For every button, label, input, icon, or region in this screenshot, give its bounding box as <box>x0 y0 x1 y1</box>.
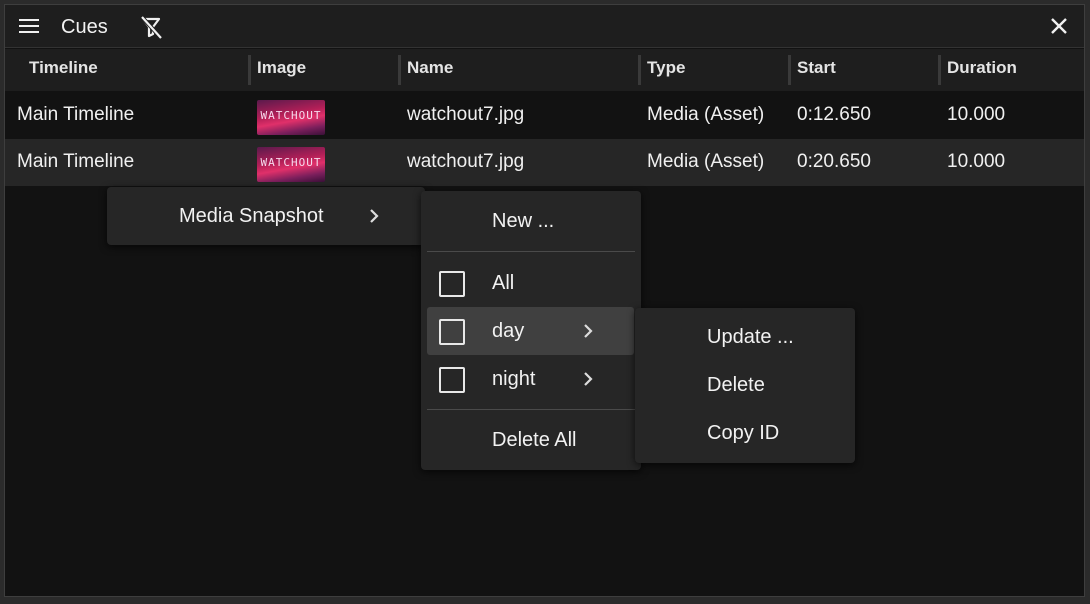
menu-item-copy-id[interactable]: Copy ID <box>635 409 855 457</box>
table-row[interactable]: Main Timeline WATCHOUT watchout7.jpg Med… <box>5 92 1084 139</box>
checkbox[interactable] <box>439 367 465 393</box>
checkbox[interactable] <box>439 319 465 345</box>
panel-titlebar: Cues <box>5 5 1084 48</box>
menu-item-label: Media Snapshot <box>179 205 324 227</box>
cell-name: watchout7.jpg <box>407 151 525 172</box>
menu-item-label: night <box>492 368 536 390</box>
checkbox[interactable] <box>439 271 465 297</box>
hamburger-icon[interactable] <box>19 17 41 35</box>
table-header: Timeline Image Name Type Start Duration <box>5 49 1084 91</box>
menu-item-new[interactable]: New ... <box>421 197 641 245</box>
column-resize-handle[interactable] <box>638 55 641 85</box>
menu-item-media-snapshot[interactable]: Media Snapshot <box>107 192 425 240</box>
column-header-name[interactable]: Name <box>407 49 453 91</box>
filter-off-icon[interactable] <box>138 14 164 40</box>
column-header-timeline[interactable]: Timeline <box>29 49 98 91</box>
table-row[interactable]: Main Timeline WATCHOUT watchout7.jpg Med… <box>5 139 1084 186</box>
context-menu: Media Snapshot <box>107 187 425 245</box>
menu-item-delete[interactable]: Delete <box>635 361 855 409</box>
snapshot-submenu: Update ... Delete Copy ID <box>635 308 855 463</box>
close-icon[interactable] <box>1048 15 1070 37</box>
cell-start: 0:20.650 <box>797 151 871 172</box>
cell-type: Media (Asset) <box>647 104 765 125</box>
column-resize-handle[interactable] <box>788 55 791 85</box>
cell-duration: 10.000 <box>947 151 1006 172</box>
menu-divider <box>427 409 635 410</box>
menu-item-label: All <box>492 272 515 294</box>
menu-item-label: New ... <box>492 210 555 232</box>
menu-item-snapshot-night[interactable]: night <box>421 355 641 403</box>
cell-type: Media (Asset) <box>647 151 765 172</box>
thumbnail-text: WATCHOUT <box>260 109 322 122</box>
menu-item-label: Copy ID <box>707 422 780 444</box>
menu-item-label: Update ... <box>707 326 794 348</box>
menu-divider <box>427 251 635 252</box>
cell-start: 0:12.650 <box>797 104 871 125</box>
cell-timeline: Main Timeline <box>17 104 135 125</box>
chevron-right-icon <box>584 324 593 338</box>
menu-item-update[interactable]: Update ... <box>635 313 855 361</box>
chevron-right-icon <box>370 209 379 223</box>
column-resize-handle[interactable] <box>398 55 401 85</box>
thumbnail-image: WATCHOUT <box>257 147 325 182</box>
menu-item-delete-all[interactable]: Delete All <box>421 416 641 464</box>
menu-item-snapshot-day[interactable]: day <box>427 307 634 355</box>
menu-item-label: day <box>492 320 525 342</box>
cell-duration: 10.000 <box>947 104 1006 125</box>
column-resize-handle[interactable] <box>938 55 941 85</box>
column-resize-handle[interactable] <box>248 55 251 85</box>
column-header-duration[interactable]: Duration <box>947 49 1017 91</box>
menu-item-snapshot-all[interactable]: All <box>421 259 641 307</box>
snapshot-menu: New ... All day night Delete All <box>421 191 641 470</box>
cell-name: watchout7.jpg <box>407 104 525 125</box>
column-header-image[interactable]: Image <box>257 49 306 91</box>
chevron-right-icon <box>584 372 593 386</box>
cell-timeline: Main Timeline <box>17 151 135 172</box>
menu-item-label: Delete <box>707 374 765 396</box>
column-header-start[interactable]: Start <box>797 49 836 91</box>
panel-title: Cues <box>61 16 108 38</box>
thumbnail-image: WATCHOUT <box>257 100 325 135</box>
thumbnail-text: WATCHOUT <box>260 156 322 169</box>
menu-item-label: Delete All <box>492 429 577 451</box>
column-header-type[interactable]: Type <box>647 49 685 91</box>
